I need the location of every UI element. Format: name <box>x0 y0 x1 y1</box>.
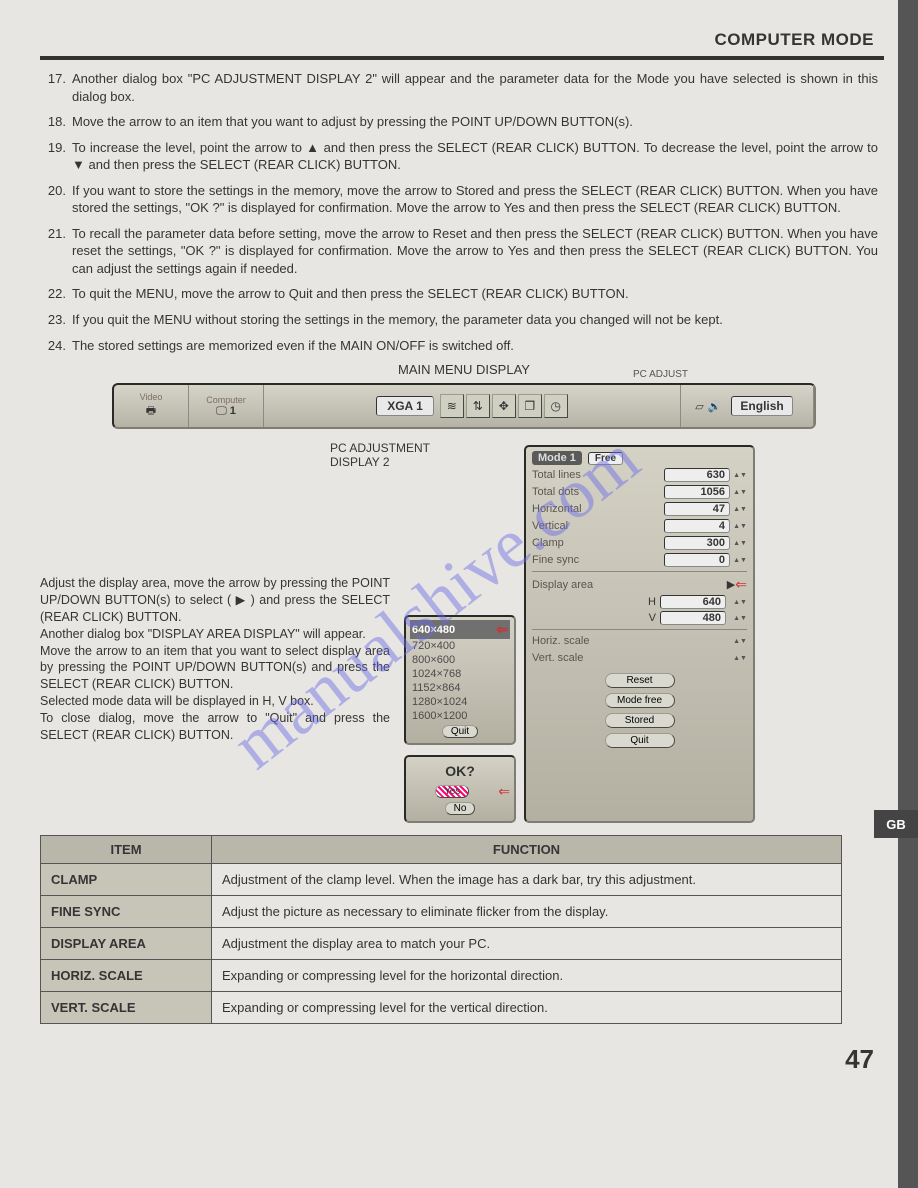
ok-dialog: OK? Yes ⇐ No <box>404 755 516 823</box>
table-row: DISPLAY AREAAdjustment the display area … <box>41 928 842 960</box>
flag-icon[interactable]: ▱ <box>695 400 703 413</box>
row-display-h[interactable]: H640▲▼ <box>532 595 747 609</box>
spinner-icon[interactable]: ▲▼ <box>733 634 747 648</box>
instruction-17: 17.Another dialog box "PC ADJUSTMENT DIS… <box>40 70 878 105</box>
xga-display[interactable]: XGA 1 <box>376 396 434 416</box>
printer-icon: 🖶 <box>146 402 156 421</box>
instruction-23: 23.If you quit the MENU without storing … <box>40 311 878 329</box>
row-clamp[interactable]: Clamp300▲▼ <box>532 536 747 550</box>
page-number: 47 <box>40 1024 888 1075</box>
instruction-22: 22.To quit the MENU, move the arrow to Q… <box>40 285 878 303</box>
ok-label: OK? <box>410 763 510 779</box>
table-header-function: FUNCTION <box>212 836 842 864</box>
resolution-dialog: 640×480⇐ 720×400 800×600 1024×768 1152×8… <box>404 615 516 745</box>
spinner-icon[interactable]: ▲▼ <box>733 485 747 499</box>
arrow-left-icon: ⇐ <box>496 621 508 638</box>
resolution-quit-button[interactable]: Quit <box>442 725 478 738</box>
row-vertical[interactable]: Vertical4▲▼ <box>532 519 747 533</box>
ok-yes-button[interactable]: Yes <box>435 785 469 798</box>
instruction-21: 21.To recall the parameter data before s… <box>40 225 878 278</box>
sync-icon[interactable]: ≋ <box>440 394 464 418</box>
quit-button[interactable]: Quit <box>605 733 675 748</box>
function-table: ITEM FUNCTION CLAMPAdjustment of the cla… <box>40 835 842 1024</box>
spinner-icon[interactable]: ▲▼ <box>733 611 747 625</box>
spinner-icon[interactable]: ▲▼ <box>733 519 747 533</box>
row-display-area[interactable]: Display area▶⇐ <box>532 576 747 593</box>
pc-adjustment-display-2-label: PC ADJUSTMENT DISPLAY 2 <box>40 441 888 469</box>
row-horiz-scale[interactable]: Horiz. scale▲▼ <box>532 634 747 648</box>
section-title: COMPUTER MODE <box>40 0 884 60</box>
mode-free-button[interactable]: Mode free <box>605 693 675 708</box>
instruction-20: 20.If you want to store the settings in … <box>40 182 878 217</box>
menu-computer[interactable]: Computer🖵 1 <box>189 385 264 427</box>
arrow-left-icon: ⇐ <box>498 783 510 800</box>
table-row: HORIZ. SCALEExpanding or compressing lev… <box>41 960 842 992</box>
row-fine-sync[interactable]: Fine sync0▲▼ <box>532 553 747 567</box>
resolution-640x480[interactable]: 640×480⇐ <box>410 620 510 639</box>
spinner-icon[interactable]: ▲▼ <box>733 595 747 609</box>
ok-no-button[interactable]: No <box>445 802 476 815</box>
move-icon[interactable]: ✥ <box>492 394 516 418</box>
clock-icon[interactable]: ◷ <box>544 394 568 418</box>
instruction-24: 24.The stored settings are memorized eve… <box>40 337 878 355</box>
row-display-v[interactable]: V480▲▼ <box>532 611 747 625</box>
main-menu-bar: Video🖶 Computer🖵 1 XGA 1 ≋ ⇅ ✥ ❐ ◷ ▱ <box>112 383 816 429</box>
menu-right: ▱ 🔊 English <box>681 385 814 427</box>
mode-label: Mode 1 <box>532 451 582 465</box>
adjust-icon[interactable]: ⇅ <box>466 394 490 418</box>
main-menu-display-label: MAIN MENU DISPLAY <box>40 362 888 377</box>
spinner-icon[interactable]: ▲▼ <box>733 502 747 516</box>
resolution-720x400[interactable]: 720×400 <box>410 639 510 653</box>
reset-button[interactable]: Reset <box>605 673 675 688</box>
menu-video[interactable]: Video🖶 <box>114 385 189 427</box>
language-button[interactable]: English <box>731 396 792 416</box>
resolution-1280x1024[interactable]: 1280×1024 <box>410 695 510 709</box>
row-horizontal[interactable]: Horizontal47▲▼ <box>532 502 747 516</box>
spinner-icon[interactable]: ▲▼ <box>733 651 747 665</box>
row-vert-scale[interactable]: Vert. scale▲▼ <box>532 651 747 665</box>
sound-icon[interactable]: 🔊 <box>708 400 722 413</box>
arrow-left-icon: ⇐ <box>735 576 747 593</box>
pc-adjust-label: PC ADJUST <box>633 369 688 380</box>
resolution-1152x864[interactable]: 1152×864 <box>410 681 510 695</box>
table-row: CLAMPAdjustment of the clamp level. When… <box>41 864 842 896</box>
resolution-800x600[interactable]: 800×600 <box>410 653 510 667</box>
table-header-item: ITEM <box>41 836 212 864</box>
instruction-18: 18.Move the arrow to an item that you wa… <box>40 113 878 131</box>
resolution-1600x1200[interactable]: 1600×1200 <box>410 709 510 723</box>
spinner-icon[interactable]: ▲▼ <box>733 536 747 550</box>
table-row: VERT. SCALEExpanding or compressing leve… <box>41 992 842 1024</box>
spinner-icon[interactable]: ▲▼ <box>733 468 747 482</box>
menu-center: XGA 1 ≋ ⇅ ✥ ❐ ◷ <box>264 385 681 427</box>
row-total-dots[interactable]: Total dots1056▲▼ <box>532 485 747 499</box>
copy-icon[interactable]: ❐ <box>518 394 542 418</box>
play-icon[interactable]: ▶ <box>727 578 735 591</box>
monitor-icon: 🖵 1 <box>216 405 236 418</box>
instruction-list: 17.Another dialog box "PC ADJUSTMENT DIS… <box>40 60 888 354</box>
table-row: FINE SYNCAdjust the picture as necessary… <box>41 896 842 928</box>
page-right-edge <box>898 0 918 1188</box>
spinner-icon[interactable]: ▲▼ <box>733 553 747 567</box>
gb-tab: GB <box>874 810 918 838</box>
instruction-19: 19.To increase the level, point the arro… <box>40 139 878 174</box>
free-label: Free <box>588 452 623 465</box>
pc-adjustment-dialog: Mode 1 Free Total lines630▲▼ Total dots1… <box>524 445 755 823</box>
row-total-lines[interactable]: Total lines630▲▼ <box>532 468 747 482</box>
stored-button[interactable]: Stored <box>605 713 675 728</box>
menu-icons: ≋ ⇅ ✥ ❐ ◷ <box>440 394 568 418</box>
resolution-1024x768[interactable]: 1024×768 <box>410 667 510 681</box>
left-instruction-text: Adjust the display area, move the arrow … <box>40 575 396 823</box>
